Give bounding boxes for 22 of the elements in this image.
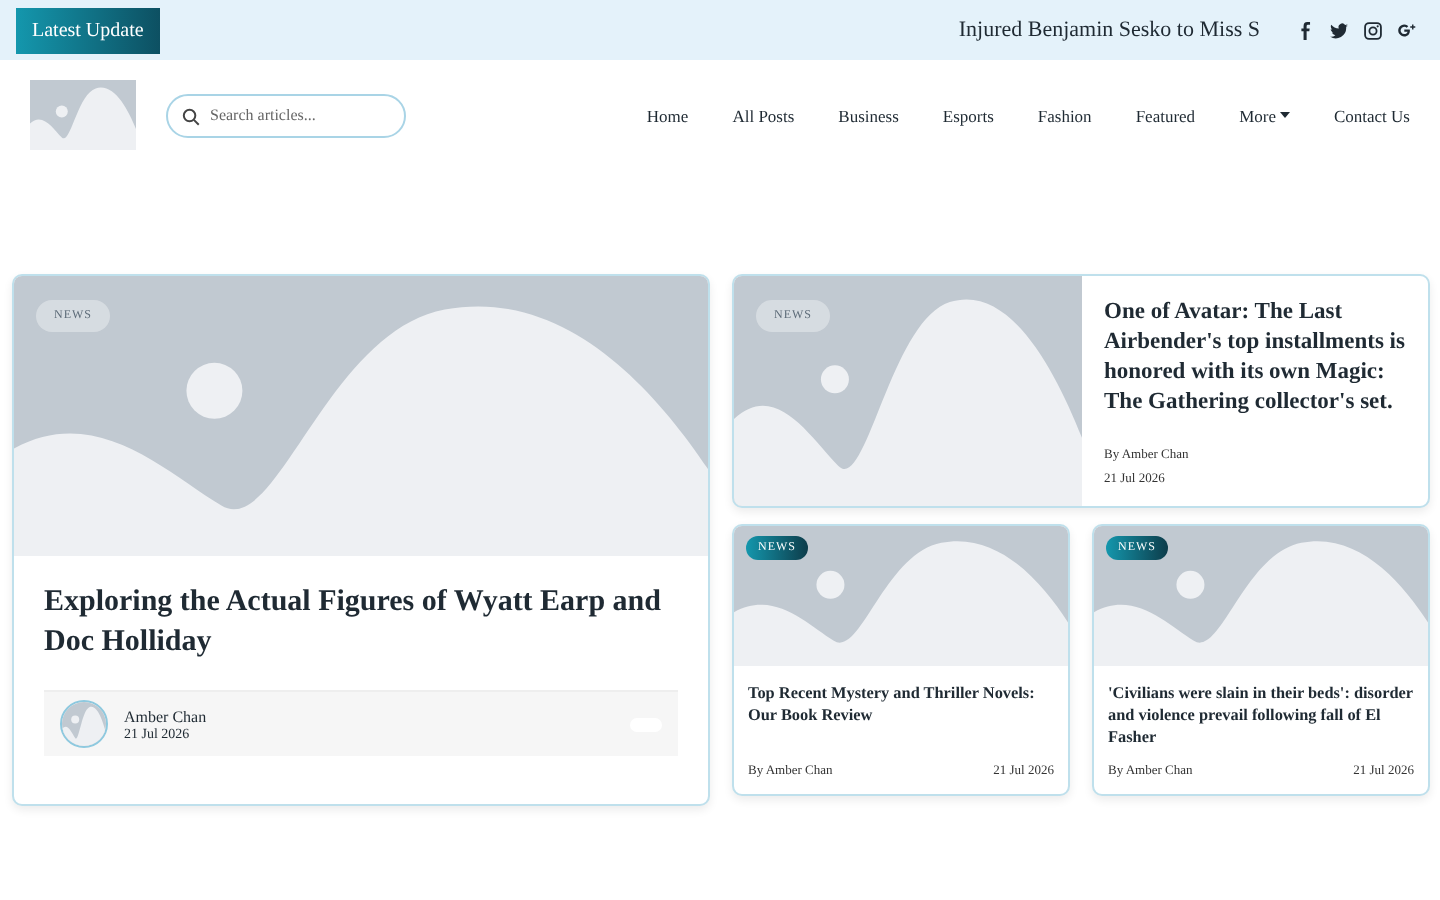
- facebook-icon[interactable]: [1296, 21, 1314, 39]
- caret-icon: [1279, 112, 1290, 118]
- nav-link[interactable]: Fashion: [1037, 105, 1092, 125]
- instagram-icon[interactable]: [1364, 21, 1382, 39]
- nav-link[interactable]: Esports: [942, 105, 994, 125]
- search-field[interactable]: Search articles...: [166, 93, 406, 137]
- twitter-icon[interactable]: [1330, 21, 1348, 39]
- article-title[interactable]: One of Avatar: The Last Airbender's top installments is honored with its own Magic: The Gathering collector's set.: [1104, 298, 1408, 418]
- nav-link[interactable]: More: [1239, 105, 1290, 125]
- article-title[interactable]: Top Recent Mystery and Thriller Novels: Our Book Review: [748, 682, 1054, 727]
- author-name[interactable]: Amber Chan: [124, 707, 207, 725]
- nav-link[interactable]: Contact Us: [1333, 105, 1410, 125]
- article-title[interactable]: Exploring the Actual Figures of Wyatt Earp and Doc Holliday: [44, 584, 678, 662]
- latest-update-button[interactable]: Latest Update: [16, 7, 160, 53]
- news-ticker[interactable]: Injured Benjamin Sesko to Miss S: [958, 18, 1260, 42]
- nav-link[interactable]: All Posts: [732, 105, 795, 125]
- nav-link[interactable]: Featured: [1135, 105, 1196, 125]
- nav-link[interactable]: Home: [646, 105, 689, 125]
- nav-link[interactable]: Business: [838, 105, 899, 125]
- search-icon: [182, 107, 200, 125]
- google-plus-icon[interactable]: [1398, 21, 1416, 39]
- article-title[interactable]: 'Civilians were slain in their beds': disorder and violence prevail following fall of El Fasher: [1108, 682, 1414, 749]
